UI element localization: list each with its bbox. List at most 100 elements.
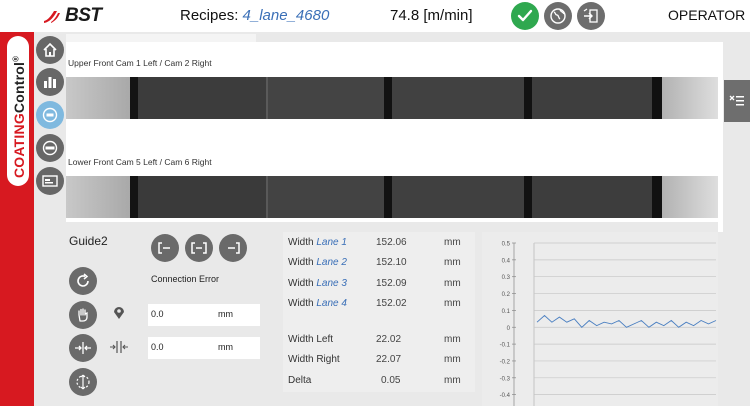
- width-value: 152.09: [376, 278, 407, 289]
- width-unit: mm: [444, 298, 461, 309]
- line-speed: 74.8 [m/min]: [390, 7, 473, 24]
- width-value: 152.02: [376, 298, 407, 309]
- deviation-chart: 0.5 0.4 0.3 0.2 0.1 0 -0.1 -0.2 -0.3 -0.4: [500, 242, 717, 406]
- lane-name: Lane 2: [316, 257, 347, 268]
- app-root: BST Recipes: 4_lane_4680 74.8 [m/min] OP…: [0, 0, 750, 406]
- lower-camera-image: [66, 176, 718, 218]
- recipe-indicator[interactable]: Recipes: 4_lane_4680: [180, 7, 329, 24]
- delta-value: 0.05: [381, 375, 401, 386]
- bracket-left-icon: [158, 242, 170, 254]
- upper-camera-label: Upper Front Cam 1 Left / Cam 2 Right: [68, 58, 212, 68]
- chart-y-tick-label: 0.2: [502, 292, 511, 298]
- brand-part-coating: COATING: [11, 113, 27, 178]
- chart-y-tick-label: -0.2: [500, 359, 511, 365]
- manual-mode-button[interactable]: [69, 301, 97, 329]
- width-prefix: Width: [288, 257, 317, 268]
- refresh-icon: [77, 273, 89, 287]
- bst-logo: BST: [42, 5, 102, 26]
- width-prefix: Width: [288, 278, 317, 289]
- upper-camera-image: [66, 77, 718, 119]
- checkmark-icon: [517, 9, 533, 22]
- arrows-inward-icon: [75, 342, 91, 354]
- width-value: 152.06: [376, 237, 407, 248]
- chart-y-tick-label: -0.3: [500, 376, 511, 382]
- lane-name: Lane 3: [316, 278, 347, 289]
- hand-icon: [78, 308, 88, 322]
- bracket-right-icon: [228, 242, 240, 254]
- recipe-name[interactable]: 4_lane_4680: [243, 7, 330, 24]
- position-field-1-unit: mm: [218, 309, 233, 319]
- home-icon: [43, 42, 57, 57]
- width-unit: mm: [444, 257, 461, 268]
- refresh-button[interactable]: [69, 267, 97, 295]
- brand-registered-mark: ®: [11, 55, 21, 62]
- chart-y-tick-label: -0.4: [500, 393, 511, 399]
- delta-unit: mm: [444, 375, 461, 386]
- width-left-unit: mm: [444, 334, 461, 345]
- position-field-2[interactable]: 0.0 mm: [148, 337, 260, 359]
- chart-y-tick-label: 0.4: [502, 258, 511, 264]
- nav-home-button[interactable]: [36, 36, 64, 64]
- chart-y-tick-label: 0.5: [502, 242, 511, 248]
- edit-mode-icon: [42, 107, 58, 123]
- position-field-2-value: 0.0: [151, 342, 164, 352]
- tab-strip: [66, 34, 256, 42]
- width-prefix: Width: [288, 298, 317, 309]
- settings-list-icon: [729, 95, 744, 106]
- bar-chart-icon: [44, 77, 56, 88]
- globe-icon: [550, 8, 566, 24]
- logout-icon: [583, 8, 598, 23]
- language-button[interactable]: [544, 2, 572, 30]
- bracket-center-icon: [191, 242, 207, 254]
- nav-cls-button[interactable]: [36, 134, 64, 162]
- center-guide-button[interactable]: [69, 334, 97, 362]
- width-row-label: Width Lane 4: [288, 298, 347, 309]
- align-left-button[interactable]: [151, 234, 179, 262]
- width-left-value: 22.02: [376, 334, 402, 345]
- cls-icon: [42, 140, 58, 156]
- width-right-unit: mm: [444, 354, 461, 365]
- connection-status: Connection Error: [151, 274, 220, 284]
- recipes-label: Recipes:: [180, 7, 243, 24]
- align-right-button[interactable]: [219, 234, 247, 262]
- nav-edit-button[interactable]: [36, 101, 64, 129]
- position-field-1-value: 0.0: [151, 309, 164, 319]
- logout-button[interactable]: [577, 2, 605, 30]
- position-field-1[interactable]: 0.0 mm: [148, 304, 260, 326]
- calibrate-button[interactable]: [69, 368, 97, 396]
- chart-y-tick-label: 0.1: [502, 309, 511, 315]
- top-bar: BST Recipes: 4_lane_4680 74.8 [m/min] OP…: [0, 0, 750, 32]
- width-unit: mm: [444, 278, 461, 289]
- bst-swoosh-icon: [44, 11, 60, 23]
- calibrate-icon: [76, 374, 90, 390]
- width-offset-icon: [108, 340, 130, 354]
- chart-y-tick-label: -0.1: [500, 343, 511, 349]
- lane-name: Lane 1: [316, 237, 347, 248]
- width-right-label: Width Right: [288, 354, 340, 365]
- brand-part-control: Control: [11, 61, 27, 114]
- chart-series-line: [536, 314, 717, 328]
- width-value: 152.10: [376, 257, 407, 268]
- width-row-label: Width Lane 2: [288, 257, 347, 268]
- lane-name: Lane 4: [316, 298, 347, 309]
- width-prefix: Width: [288, 237, 317, 248]
- brand-name: BST: [65, 5, 102, 26]
- width-table: [283, 232, 475, 392]
- guide-title: Guide2: [69, 234, 108, 248]
- chart-y-tick-label: 0: [507, 326, 511, 332]
- width-left-label: Width Left: [288, 334, 334, 345]
- status-ok-button[interactable]: [511, 2, 539, 30]
- coating-control-label: COATINGControl®: [11, 56, 27, 178]
- width-right-value: 22.07: [376, 354, 402, 365]
- width-row-label: Width Lane 3: [288, 278, 347, 289]
- align-center-button[interactable]: [185, 234, 213, 262]
- side-panel-toggle-button[interactable]: [724, 80, 750, 122]
- width-row-label: Width Lane 1: [288, 237, 347, 248]
- delta-label: Delta: [288, 375, 312, 386]
- card-reader-icon: [42, 175, 58, 187]
- chart-y-tick-label: 0.3: [502, 275, 511, 281]
- nav-card-button[interactable]: [36, 167, 64, 195]
- user-role[interactable]: OPERATOR: [668, 7, 745, 23]
- lower-camera-label: Lower Front Cam 5 Left / Cam 6 Right: [68, 157, 212, 167]
- nav-statistics-button[interactable]: [36, 68, 64, 96]
